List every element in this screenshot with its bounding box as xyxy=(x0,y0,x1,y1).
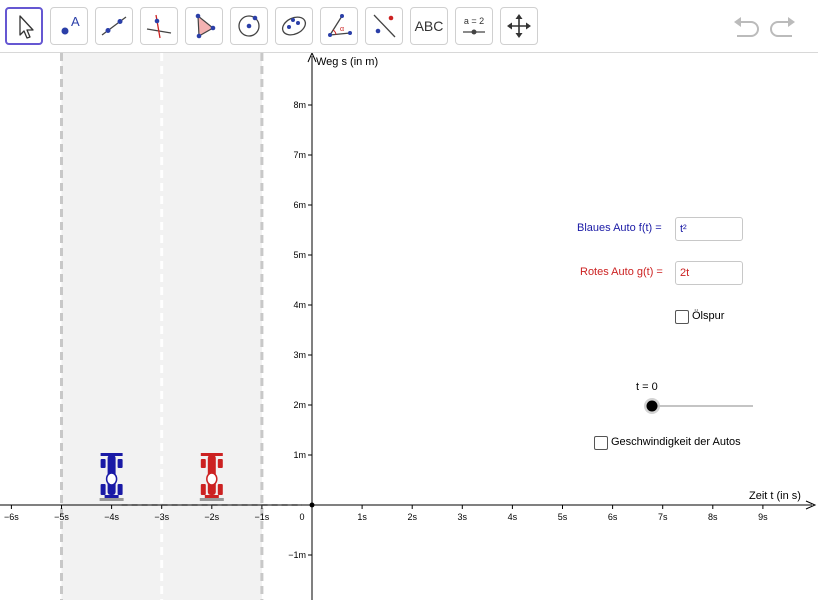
x-tick-label: 8s xyxy=(708,512,718,522)
coordinate-system[interactable]: −6s −5s −4s −3s −2s −1s 0 1s 2s 3s 4s 5s 6s 7s 8s 9s 8m 7… xyxy=(0,51,818,600)
y-tick-label: −1m xyxy=(288,550,306,560)
y-tick-label: 3m xyxy=(293,350,306,360)
ellipse-icon xyxy=(281,16,307,36)
y-tick-label: 4m xyxy=(293,300,306,310)
x-tick-label: 6s xyxy=(608,512,618,522)
svg-text:α: α xyxy=(340,26,344,33)
angle-tool-button[interactable]: α xyxy=(320,7,358,45)
y-axis-label: Weg s (in m) xyxy=(316,56,379,68)
ellipse-tool-button[interactable] xyxy=(275,7,313,45)
x-tick-label: 5s xyxy=(558,512,568,522)
reflect-icon xyxy=(373,14,396,38)
x-tick-label: 1s xyxy=(357,512,367,522)
point-tool-button[interactable]: A xyxy=(50,7,88,45)
y-tick-label: 8m xyxy=(293,100,306,110)
oilspur-label: Ölspur xyxy=(692,310,725,322)
slider-tool-button[interactable]: a = 2 xyxy=(455,7,493,45)
x-tick-label: −6s xyxy=(4,512,19,522)
reflect-tool-button[interactable] xyxy=(365,7,403,45)
line-icon xyxy=(101,16,127,36)
move-arrows-icon xyxy=(507,14,531,38)
toolbar: A α ABC a = 2 xyxy=(0,0,818,53)
x-axis-label: Zeit t (in s) xyxy=(749,490,801,502)
text-tool-button[interactable]: ABC xyxy=(410,7,448,45)
x-tick-label: 7s xyxy=(658,512,668,522)
arrow-cursor-icon xyxy=(19,15,34,39)
svg-text:A: A xyxy=(71,14,80,29)
time-slider-knob[interactable] xyxy=(646,400,658,412)
line-tool-button[interactable] xyxy=(95,7,133,45)
point-icon: A xyxy=(61,14,80,35)
blue-car-function-input[interactable] xyxy=(675,217,743,241)
perpendicular-line-icon xyxy=(146,14,172,39)
slider-value-label: t = 0 xyxy=(636,381,658,393)
x-tick-label: 0 xyxy=(299,512,304,522)
x-tick-label: −5s xyxy=(54,512,69,522)
red-car-function-input[interactable] xyxy=(675,261,743,285)
y-tick-label: 7m xyxy=(293,150,306,160)
text-tool-label: ABC xyxy=(414,18,444,34)
x-tick-label: 9s xyxy=(758,512,768,522)
circle-tool-button[interactable] xyxy=(230,7,268,45)
origin-point xyxy=(309,502,315,508)
angle-icon: α xyxy=(328,14,352,37)
x-tick-label: −1s xyxy=(255,512,270,522)
y-tick-label: 2m xyxy=(293,400,306,410)
speed-label: Geschwindigkeit der Autos xyxy=(611,436,741,448)
x-tick-label: 2s xyxy=(407,512,417,522)
x-tick-label: 3s xyxy=(458,512,468,522)
move-graphics-tool-button[interactable] xyxy=(500,7,538,45)
circle-icon xyxy=(238,15,260,37)
y-tick-label: 6m xyxy=(293,200,306,210)
red-car-function-label: Rotes Auto g(t) = xyxy=(580,266,663,278)
polygon-icon xyxy=(195,13,216,39)
y-tick-label: 1m xyxy=(293,450,306,460)
x-tick-label: −3s xyxy=(154,512,169,522)
y-tick-label: 5m xyxy=(293,250,306,260)
polygon-tool-button[interactable] xyxy=(185,7,223,45)
x-tick-label: 4s xyxy=(508,512,518,522)
redo-icon[interactable] xyxy=(768,12,798,42)
x-tick-label: −4s xyxy=(104,512,119,522)
perpendicular-line-tool-button[interactable] xyxy=(140,7,178,45)
oilspur-checkbox[interactable] xyxy=(675,310,689,324)
graphics-view[interactable]: −6s −5s −4s −3s −2s −1s 0 1s 2s 3s 4s 5s 6s 7s 8s 9s 8m 7… xyxy=(0,51,818,600)
move-tool-button[interactable] xyxy=(5,7,43,45)
slider-tool-label: a = 2 xyxy=(464,16,484,26)
x-tick-label: −2s xyxy=(204,512,219,522)
slider-icon: a = 2 xyxy=(463,16,485,35)
speed-checkbox[interactable] xyxy=(594,436,608,450)
blue-car-function-label: Blaues Auto f(t) = xyxy=(577,222,662,234)
undo-icon[interactable] xyxy=(731,12,761,42)
